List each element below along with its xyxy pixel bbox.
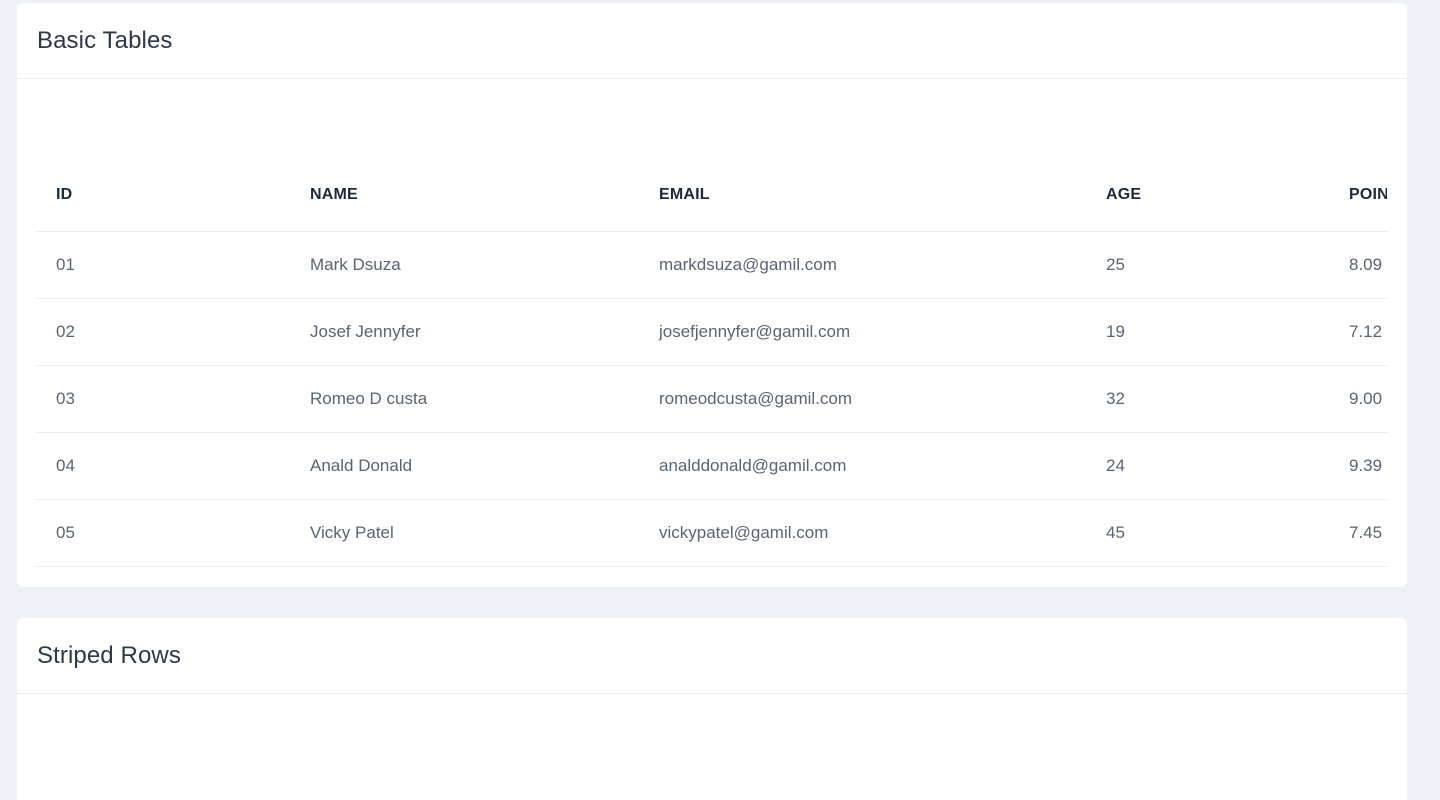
table-row: 01 Mark Dsuza markdsuza@gamil.com 25 8.0… [36, 231, 1387, 299]
column-header-point: POINT [1329, 159, 1387, 232]
table-row: 03 Romeo D custa romeodcusta@gamil.com 3… [36, 365, 1387, 433]
cell-point: 7.45 [1329, 499, 1387, 567]
cell-email: analddonald@gamil.com [639, 432, 1086, 500]
cell-name: Anald Donald [290, 432, 639, 500]
cell-point: 9.39 [1329, 432, 1387, 500]
cell-age: 25 [1086, 231, 1329, 299]
basic-tables-title: Basic Tables [37, 26, 173, 54]
table-row: 05 Vicky Patel vickypatel@gamil.com 45 7… [36, 499, 1387, 567]
cell-name: Romeo D custa [290, 365, 639, 433]
column-header-name: NAME [290, 159, 639, 232]
cell-age: 45 [1086, 499, 1329, 567]
cell-email: markdsuza@gamil.com [639, 231, 1086, 299]
cell-name: Mark Dsuza [290, 231, 639, 299]
cell-name: Vicky Patel [290, 499, 639, 567]
column-header-id: ID [36, 159, 290, 232]
cell-point: 8.09 [1329, 231, 1387, 299]
cell-age: 19 [1086, 298, 1329, 366]
cell-email: vickypatel@gamil.com [639, 499, 1086, 567]
table-body: 01 Mark Dsuza markdsuza@gamil.com 25 8.0… [36, 231, 1387, 567]
column-header-age: AGE [1086, 159, 1329, 232]
basic-tables-header: Basic Tables [17, 3, 1407, 79]
cell-email: josefjennyfer@gamil.com [639, 298, 1086, 366]
basic-table-wrapper: ID NAME EMAIL AGE POINT 01 Mark Dsuza ma… [36, 159, 1387, 567]
column-header-email: EMAIL [639, 159, 1086, 232]
page-right-gutter [1432, 0, 1440, 800]
cell-age: 32 [1086, 365, 1329, 433]
cell-point: 7.12 [1329, 298, 1387, 366]
cell-name: Josef Jennyfer [290, 298, 639, 366]
page: Basic Tables ID NAME EMAIL AGE POINT 01 [0, 0, 1440, 800]
striped-rows-card: Striped Rows [17, 618, 1407, 800]
cell-email: romeodcusta@gamil.com [639, 365, 1086, 433]
cell-id: 05 [36, 499, 290, 567]
table-row: 04 Anald Donald analddonald@gamil.com 24… [36, 432, 1387, 500]
cell-point: 9.00 [1329, 365, 1387, 433]
table-row: 02 Josef Jennyfer josefjennyfer@gamil.co… [36, 298, 1387, 366]
cell-id: 02 [36, 298, 290, 366]
cell-id: 01 [36, 231, 290, 299]
cell-id: 04 [36, 432, 290, 500]
basic-table: ID NAME EMAIL AGE POINT 01 Mark Dsuza ma… [36, 159, 1387, 567]
basic-tables-card: Basic Tables ID NAME EMAIL AGE POINT 01 [17, 3, 1407, 587]
cell-age: 24 [1086, 432, 1329, 500]
striped-rows-title: Striped Rows [37, 641, 181, 669]
cell-id: 03 [36, 365, 290, 433]
table-header-row: ID NAME EMAIL AGE POINT [36, 159, 1387, 232]
striped-rows-header: Striped Rows [17, 618, 1407, 694]
table-head: ID NAME EMAIL AGE POINT [36, 159, 1387, 232]
